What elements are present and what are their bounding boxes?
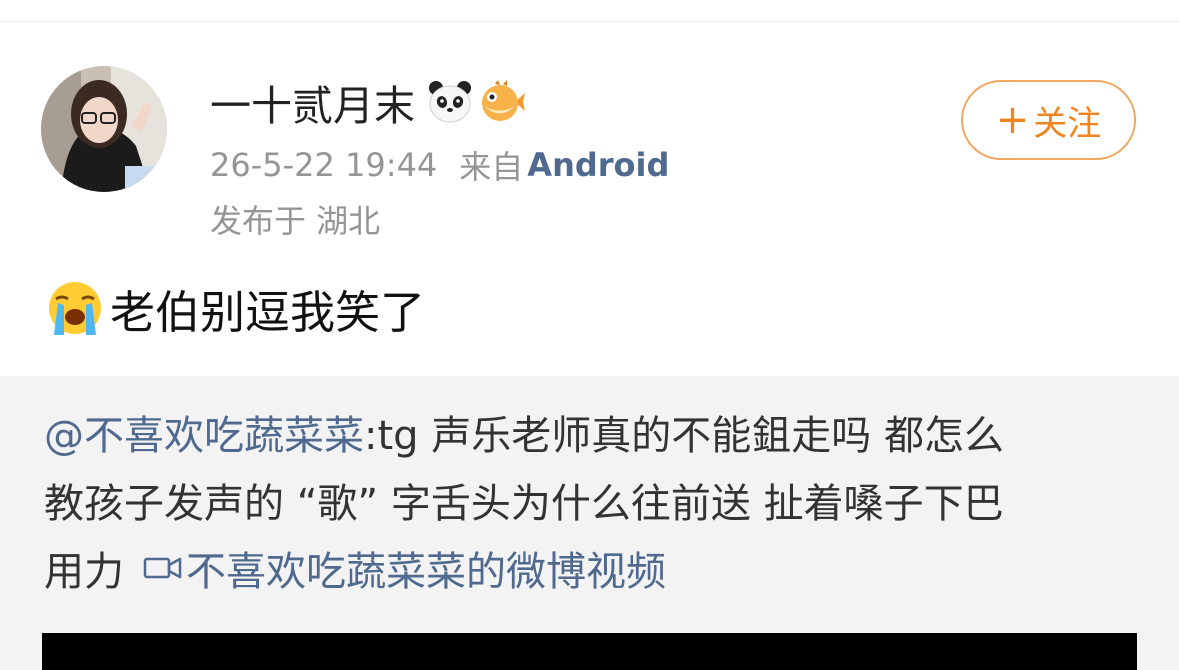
repost-text-3: 用力 [44,549,124,595]
follow-button[interactable]: + 关注 [961,80,1136,160]
follow-label: 关注 [1033,103,1102,144]
repost-line-1: @不喜欢吃蔬菜菜 :tg 声乐老师真的不能鉏走吗 都怎么 [44,402,1004,462]
video-link-label[interactable]: 不喜欢吃蔬菜菜的微博视频 [186,539,666,597]
post-location: 发布于 湖北 [210,202,381,240]
pufferfish-icon [479,79,525,125]
avatar[interactable] [41,66,167,192]
weibo-post-page: 一十贰月末 26-5-22 19:44 来自 Android 发布于 湖北 + … [0,0,1179,670]
post-text-content: 老伯别逗我笑了 [110,285,426,339]
repost-line-3: 用力 不喜欢吃蔬菜菜的微博视频 [44,538,666,598]
repost-text-1: :tg 声乐老师真的不能鉏走吗 都怎么 [364,413,1004,459]
username[interactable]: 一十贰月末 [210,74,525,130]
video-camera-icon [143,557,182,579]
repost-text-2: 教孩子发声的 “歌” 字舌头为什么往前送 扯着嗓子下巴 [44,481,1004,527]
username-text[interactable]: 一十贰月末 [210,72,415,132]
top-divider [0,21,1179,22]
video-player[interactable] [42,633,1137,670]
plus-icon: + [995,97,1030,143]
video-link[interactable]: 不喜欢吃蔬菜菜的微博视频 [142,539,666,597]
panda-icon [427,79,473,125]
post-timestamp: 26-5-22 19:44 [210,146,438,184]
source-prefix: 来自 [459,148,524,186]
crying-face-icon [49,282,101,335]
mention-link[interactable]: @不喜欢吃蔬菜菜 [44,403,364,461]
repost-line-2: 教孩子发声的 “歌” 字舌头为什么往前送 扯着嗓子下巴 [44,470,1004,530]
post-text: 老伯别逗我笑了 [44,276,425,340]
source-client-link[interactable]: Android [527,146,669,184]
post-meta: 26-5-22 19:44 来自 Android [210,144,669,186]
